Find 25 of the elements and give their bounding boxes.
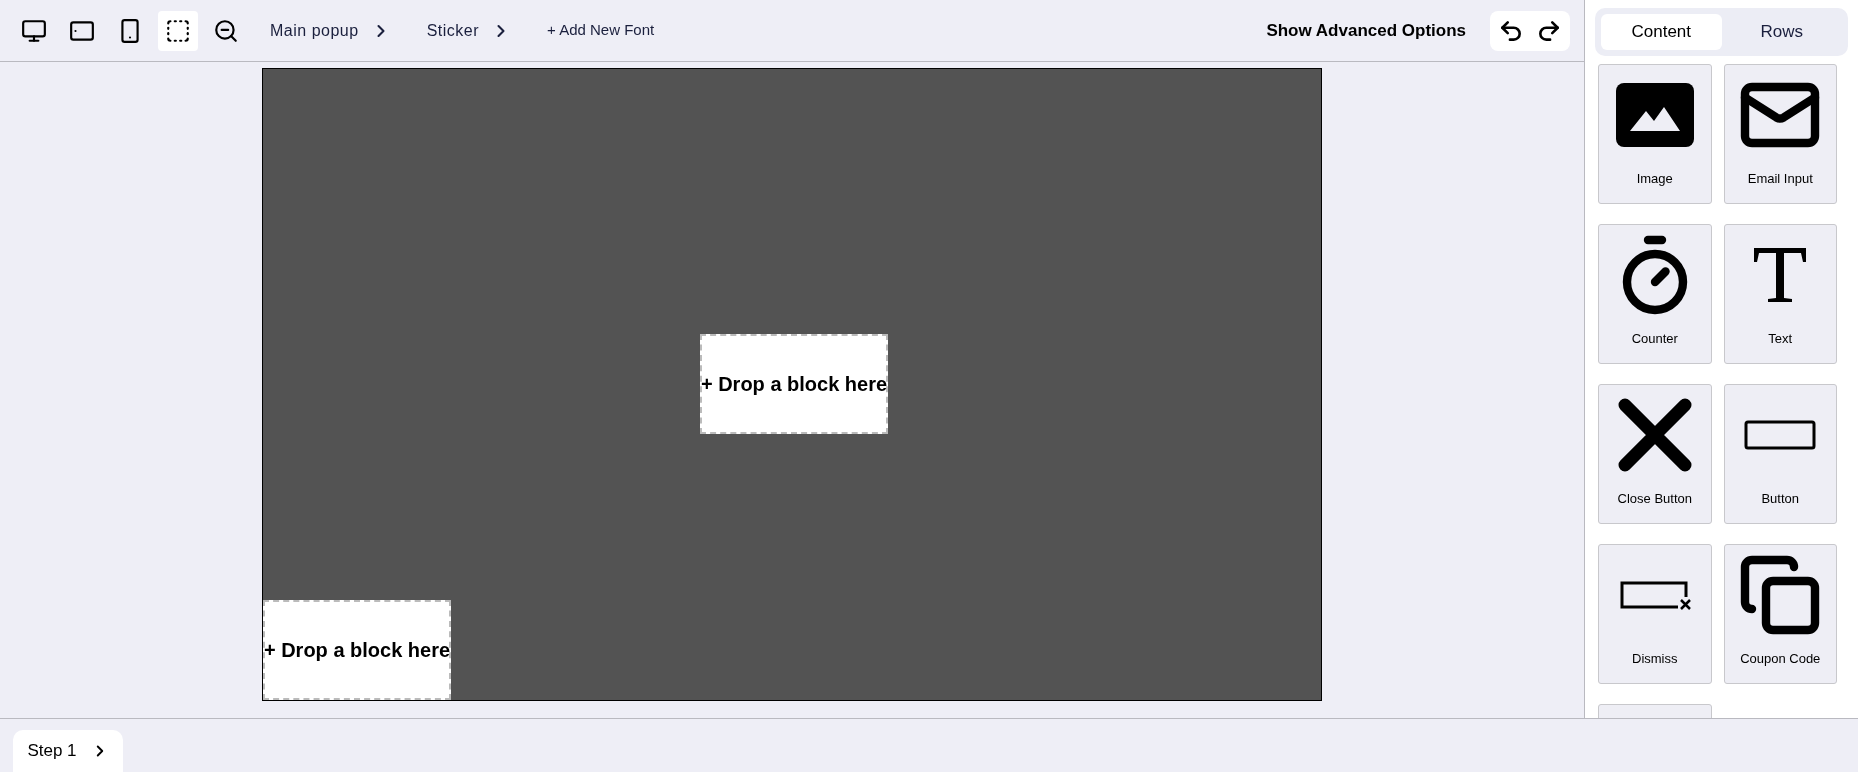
block-card[interactable]: Coupon Code: [1723, 544, 1837, 684]
breadcrumb-link[interactable]: Main popup: [270, 18, 391, 43]
block-card[interactable]: Counter: [1598, 224, 1712, 364]
image-icon: [1615, 83, 1694, 147]
block-card[interactable]: Email Input: [1723, 64, 1837, 204]
block-card[interactable]: Dismiss: [1598, 544, 1712, 684]
rectangle-icon: [1744, 420, 1817, 450]
add-font-link[interactable]: + Add New Font: [547, 19, 655, 42]
breadcrumb-link[interactable]: Sticker: [426, 18, 512, 43]
view-button[interactable]: [158, 10, 198, 51]
letter-t-icon: [1752, 246, 1809, 304]
close-icon: [1616, 397, 1693, 473]
selection-icon: [165, 17, 191, 44]
sidebar-tab[interactable]: Rows: [1721, 14, 1842, 50]
sidebar-tab[interactable]: Content: [1601, 14, 1722, 50]
desktop-icon: [21, 17, 47, 44]
block-card[interactable]: Close Button: [1598, 384, 1712, 524]
drop-zone[interactable]: + Drop a block here: [700, 334, 888, 434]
step-button[interactable]: Step 1: [13, 730, 123, 772]
block-card[interactable]: Button: [1723, 384, 1837, 524]
zoom-out-icon: [213, 17, 239, 44]
drop-zone[interactable]: + Drop a block here: [263, 600, 451, 700]
block-card[interactable]: Image: [1598, 64, 1712, 204]
advanced-options-button[interactable]: Show Advanced Options: [1266, 17, 1466, 44]
block-card[interactable]: Text: [1723, 224, 1837, 364]
